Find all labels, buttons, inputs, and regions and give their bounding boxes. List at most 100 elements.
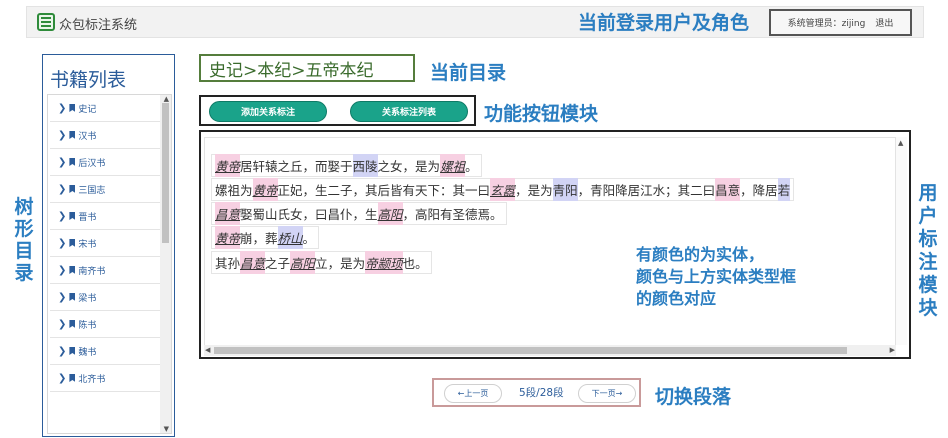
entity-span[interactable]: 西陵 [352, 154, 378, 177]
text-line[interactable]: 黄帝 居轩辕之丘，而娶于 西陵 之女，是为 嫘祖。 [211, 154, 482, 177]
pager: ←上一页 5段/28段 下一页→ [432, 378, 641, 407]
chevron-right-icon: ❯ [58, 237, 67, 249]
text-line[interactable]: 嫘祖为 黄帝 正妃，生二子，其后皆有天下：其一曰 玄嚣 ，是为 青阳 ，青阳降居江水；其二曰… [211, 178, 795, 201]
entity-span[interactable]: 黄帝 [215, 154, 241, 177]
scroll-up-icon[interactable]: ▲ [898, 139, 903, 147]
tree-item[interactable]: ❯ 汉书 [50, 122, 160, 149]
text-line[interactable]: 黄帝 崩，葬 桥山。 [211, 226, 320, 249]
chevron-right-icon: ❯ [58, 318, 67, 330]
text-span: ，降居 [740, 183, 778, 198]
chevron-right-icon: ❯ [58, 345, 67, 357]
app-title: 众包标注系统 [59, 18, 138, 33]
text-span: 之子 [265, 256, 291, 271]
tree-item[interactable]: ❯ 陈书 [50, 311, 160, 338]
bookmark-icon [69, 347, 76, 355]
tree-item[interactable]: ❯ 史记 [50, 95, 160, 122]
function-annotation-label: 功能按钮模块 [484, 103, 599, 125]
bookmark-icon [69, 293, 76, 301]
text-span: 。 [302, 231, 316, 246]
relation-list-button[interactable]: 关系标注列表 [350, 101, 468, 122]
bookmark-icon [69, 158, 76, 166]
text-line[interactable]: 其孙 昌意 之子 高阳 立，是为 帝颛顼 也。 [211, 251, 432, 274]
tree-item[interactable]: ❯ 北齐书 [50, 365, 160, 392]
entity-color-note: 有颜色的为实体， 颜色与上方实体类型框 的颜色对应 [636, 245, 797, 308]
tree-item-label: 南齐书 [78, 266, 106, 277]
scroll-up-icon[interactable]: ▲ [164, 95, 169, 103]
text-line[interactable]: 昌意 娶蜀山氏女，曰昌仆，生 高阳 ，高阳有圣德焉。 [211, 202, 507, 225]
text-span: 立，是为 [315, 256, 366, 271]
text-span: 正妃，生二子，其后皆有天下：其一曰 [277, 183, 491, 198]
app-logo-icon [37, 13, 55, 31]
tree-scrollbar[interactable]: ▲ ▼ [160, 95, 171, 433]
text-span: ，是为 [515, 183, 553, 198]
tree-item[interactable]: ❯ 晋书 [50, 203, 160, 230]
chevron-right-icon: ❯ [58, 372, 67, 384]
bookmark-icon [69, 185, 76, 193]
text-span: 娶蜀山氏女，曰昌仆，生 [240, 207, 378, 222]
page-info: 5段/28段 [519, 387, 564, 399]
text-span: 。 [465, 159, 478, 174]
text-span: ，高阳有圣德焉。 [402, 207, 503, 222]
entity-span[interactable]: 青阳 [552, 178, 578, 201]
tree-item-label: 陈书 [78, 320, 97, 331]
scroll-down-icon[interactable]: ▼ [164, 425, 169, 433]
chevron-right-icon: ❯ [58, 102, 67, 114]
book-sidebar: 书籍列表 ▲ ▼ ❯ 史记 ❯ 汉书 ❯ 后汉书 ❯ 三国志 ❯ 晋书 ❯ 宋书 ❯ 南齐书 ❯ 梁书 ❯ 陈书 ❯… [42, 54, 175, 437]
entity-span[interactable]: 高阳 [377, 202, 403, 225]
entity-span[interactable]: 昌意 [215, 202, 241, 225]
add-relation-button[interactable]: 添加关系标注 [209, 101, 327, 122]
tree-item-label: 北齐书 [78, 374, 106, 385]
chevron-right-icon: ❯ [58, 129, 67, 141]
text-span: 之女，是为 [377, 159, 441, 174]
tree-annotation-label: 树形目录 [14, 196, 34, 284]
logout-link[interactable]: 退出 [875, 16, 893, 29]
next-page-button[interactable]: 下一页→ [578, 384, 636, 403]
entity-span[interactable]: 帝颛顼 [365, 251, 403, 274]
vertical-scrollbar[interactable]: ▲ [896, 137, 907, 345]
scroll-right-icon[interactable]: ▶ [890, 346, 895, 354]
text-span: ，青阳降居江水；其二曰 [577, 183, 716, 198]
breadcrumb-annotation-label: 当前目录 [430, 62, 507, 84]
entity-span[interactable]: 桥山 [277, 226, 303, 249]
tree-item-label: 后汉书 [78, 158, 106, 169]
chevron-right-icon: ❯ [58, 264, 67, 276]
chevron-right-icon: ❯ [58, 156, 67, 168]
function-button-block: 添加关系标注 关系标注列表 [199, 95, 476, 126]
text-span: 其孙 [215, 256, 241, 271]
sidebar-title: 书籍列表 [50, 69, 127, 91]
annotation-text-area[interactable]: 黄帝 居轩辕之丘，而娶于 西陵 之女，是为 嫘祖。嫘祖为 黄帝 正妃，生二子，其后皆有天下：… [204, 137, 896, 349]
entity-span[interactable]: 嫘祖 [440, 154, 466, 177]
book-tree[interactable]: ▲ ▼ ❯ 史记 ❯ 汉书 ❯ 后汉书 ❯ 三国志 ❯ 晋书 ❯ 宋书 ❯ 南齐书 ❯ 梁书 ❯ 陈书 ❯ 魏书 ❯ 北齐… [47, 94, 172, 434]
bookmark-icon [69, 239, 76, 247]
entity-span[interactable]: 若 [777, 178, 791, 201]
bookmark-icon [69, 320, 76, 328]
tree-item-label: 梁书 [78, 293, 97, 304]
tree-scroll-thumb[interactable] [162, 103, 169, 243]
horizontal-scrollbar[interactable]: ◀ ▶ [204, 345, 896, 356]
bookmark-icon [69, 104, 76, 112]
entity-span[interactable]: 黄帝 [252, 178, 278, 201]
tree-item[interactable]: ❯ 三国志 [50, 176, 160, 203]
bookmark-icon [69, 266, 76, 274]
bookmark-icon [69, 374, 76, 382]
entity-span[interactable]: 黄帝 [215, 226, 241, 249]
prev-page-button[interactable]: ←上一页 [444, 384, 502, 403]
tree-item[interactable]: ❯ 梁书 [50, 284, 160, 311]
entity-span[interactable]: 昌意 [240, 251, 266, 274]
horizontal-scroll-thumb[interactable] [214, 347, 847, 354]
entity-span[interactable]: 高阳 [290, 251, 316, 274]
bookmark-icon [69, 131, 76, 139]
tree-item[interactable]: ❯ 南齐书 [50, 257, 160, 284]
text-span: 也。 [402, 256, 428, 271]
scroll-left-icon[interactable]: ◀ [205, 346, 210, 354]
entity-span[interactable]: 玄嚣 [490, 178, 516, 201]
tree-item[interactable]: ❯ 后汉书 [50, 149, 160, 176]
chevron-right-icon: ❯ [58, 183, 67, 195]
entity-span[interactable]: 昌意 [715, 178, 741, 201]
tree-item[interactable]: ❯ 魏书 [50, 338, 160, 365]
tree-item-label: 三国志 [78, 185, 106, 196]
tree-item-label: 宋书 [78, 239, 97, 250]
annotation-module-label: 用户标注模块 [918, 182, 938, 319]
breadcrumb: 史记>本纪>五帝本纪 [199, 54, 415, 82]
tree-item[interactable]: ❯ 宋书 [50, 230, 160, 257]
